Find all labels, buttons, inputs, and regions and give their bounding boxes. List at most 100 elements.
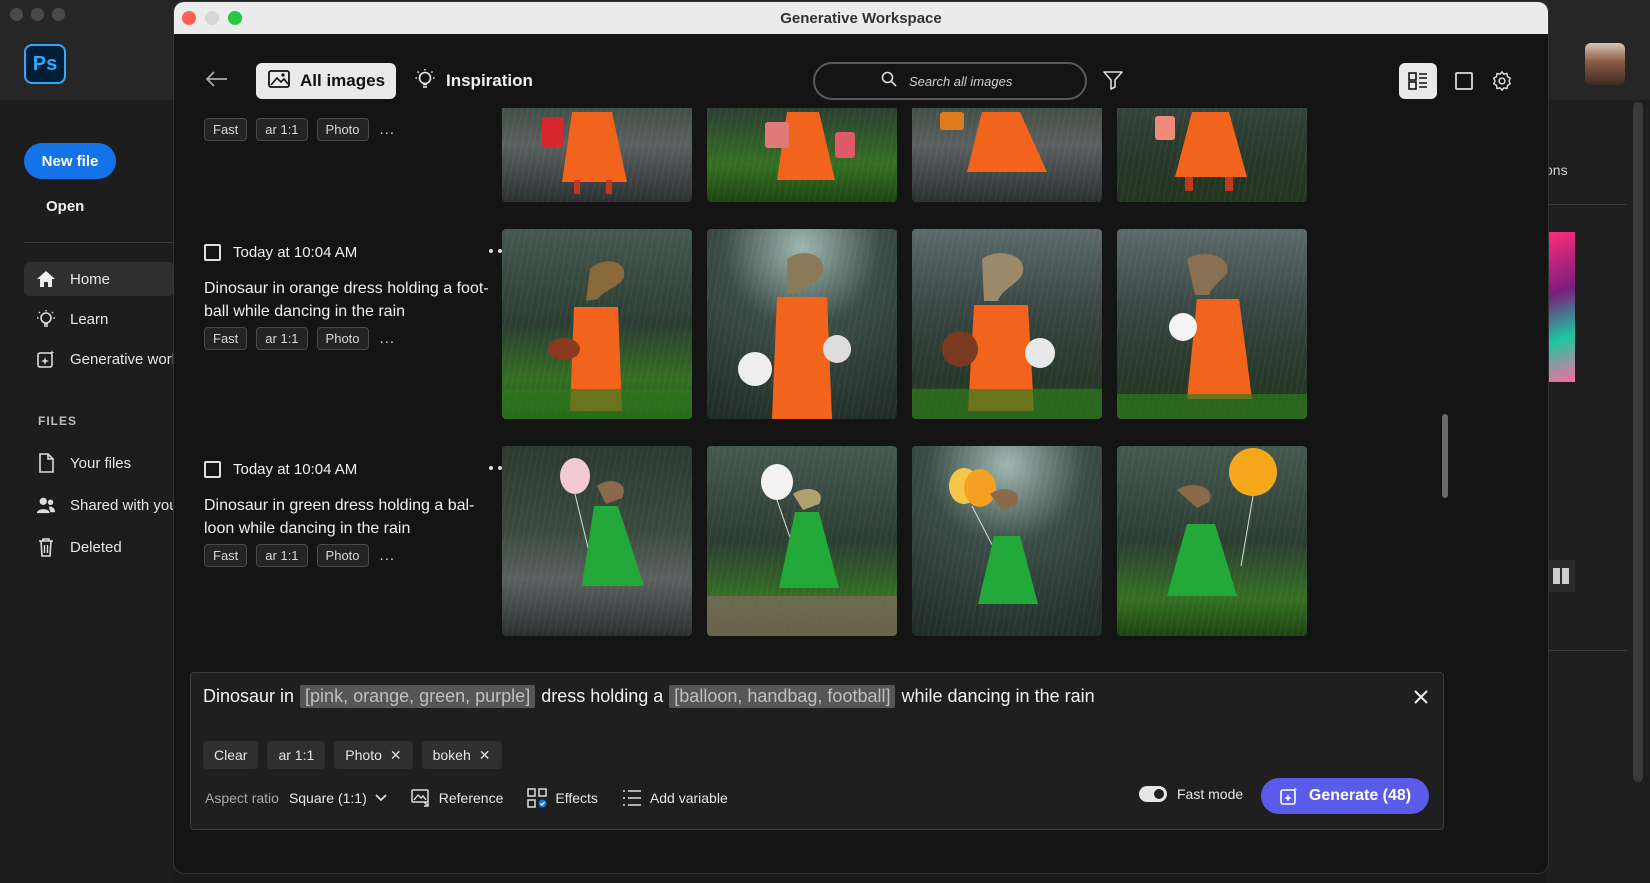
chip-bokeh[interactable]: bokeh ✕ (421, 741, 502, 769)
more-tags[interactable]: ... (378, 330, 396, 347)
close-window-button[interactable] (182, 11, 196, 25)
lightbulb-icon (414, 68, 436, 95)
select-checkbox[interactable] (204, 243, 221, 261)
search-input[interactable] (909, 73, 1019, 89)
generated-image[interactable] (912, 108, 1102, 202)
tag-fast[interactable]: Fast (204, 544, 248, 567)
minimize-window-button[interactable] (205, 11, 219, 25)
prompt-prefix: Dinosaur in (203, 686, 295, 706)
file-icon (36, 453, 56, 473)
settings-button[interactable] (1488, 67, 1516, 95)
back-button[interactable] (204, 68, 230, 90)
window-controls (182, 11, 242, 25)
generated-image[interactable] (707, 229, 897, 419)
tag-aspect-ratio[interactable]: ar 1:1 (256, 327, 308, 350)
close-prompt-button[interactable] (1411, 687, 1431, 707)
open-button[interactable]: Open (46, 198, 84, 215)
chip-aspect-ratio[interactable]: ar 1:1 (267, 741, 326, 769)
sidebar-item-label: Your files (70, 454, 132, 472)
list-view-button[interactable] (1399, 63, 1437, 99)
tab-label: Inspiration (446, 71, 533, 90)
aspect-ratio-select[interactable]: Square (1:1) (289, 790, 367, 806)
sidebar-item-shared[interactable]: Shared with you (24, 488, 174, 522)
chip-photo[interactable]: Photo ✕ (334, 741, 413, 769)
fast-mode-label: Fast mode (1177, 786, 1244, 802)
trash-icon (36, 537, 56, 557)
generated-image[interactable] (1117, 108, 1307, 202)
tag-fast[interactable]: Fast (204, 118, 248, 141)
more-tags[interactable]: ... (378, 121, 396, 138)
search-icon (881, 71, 897, 92)
right-panel-label: ons (1545, 162, 1568, 178)
chevron-down-icon[interactable] (375, 789, 387, 807)
generated-image[interactable] (707, 108, 897, 202)
fast-mode-toggle[interactable]: Fast mode (1139, 786, 1243, 802)
generated-image[interactable] (502, 108, 692, 202)
select-checkbox[interactable] (204, 460, 221, 478)
generated-image[interactable] (912, 446, 1102, 636)
arrow-left-icon (206, 71, 227, 87)
reference-button[interactable]: Reference (411, 789, 503, 807)
recent-file-thumbnail[interactable] (1547, 232, 1575, 382)
generated-image[interactable] (502, 446, 692, 636)
sidebar-item-deleted[interactable]: Deleted (24, 530, 174, 564)
image-row (502, 446, 1307, 636)
filter-button[interactable] (1102, 69, 1126, 93)
clear-button[interactable]: Clear (203, 741, 259, 769)
single-view-button[interactable] (1450, 67, 1478, 95)
window-titlebar: Generative Workspace (174, 2, 1548, 34)
generative-workspace-window: Generative Workspace All images Inspirat… (174, 2, 1548, 873)
tag-aspect-ratio[interactable]: ar 1:1 (256, 544, 308, 567)
group-tags: Fast ar 1:1 Photo ... (204, 544, 504, 567)
image-feed: Fast ar 1:1 Photo ... Today at 10:04 AM … (174, 108, 1548, 668)
generated-image[interactable] (707, 446, 897, 636)
window-title: Generative Workspace (780, 9, 942, 27)
generated-image[interactable] (502, 229, 692, 419)
remove-chip-icon[interactable]: ✕ (390, 747, 402, 764)
group-timestamp: Today at 10:04 AM (233, 460, 358, 478)
tab-all-images[interactable]: All images (256, 63, 396, 99)
sidebar-item-label: Home (70, 270, 111, 288)
toggle-switch[interactable] (1139, 786, 1167, 802)
prompt-options: Aspect ratio Square (1:1) Reference Effe… (205, 785, 728, 811)
workspace-scrollbar[interactable] (1442, 414, 1448, 498)
effects-button[interactable]: Effects (527, 788, 598, 808)
sidebar-item-your-files[interactable]: Your files (24, 446, 174, 480)
app-scrollbar[interactable] (1633, 102, 1643, 782)
sidebar-item-home[interactable]: Home (24, 262, 174, 296)
prompt-variable-color[interactable]: [pink, orange, green, purple] (300, 685, 536, 708)
generative-icon (36, 349, 56, 369)
tag-aspect-ratio[interactable]: ar 1:1 (256, 118, 308, 141)
chip-label: bokeh (432, 747, 471, 763)
maximize-window-button[interactable] (228, 11, 242, 25)
generated-image[interactable] (1117, 446, 1307, 636)
prompt-chips: Clear ar 1:1 Photo ✕ bokeh ✕ (203, 741, 502, 769)
files-heading: FILES (38, 414, 78, 428)
effects-label: Effects (555, 790, 598, 806)
prompt-text[interactable]: Dinosaur in [pink, orange, green, purple… (203, 685, 1095, 708)
prompt-variable-object[interactable]: [balloon, handbag, football] (669, 685, 896, 708)
grid-view-icon[interactable] (1547, 560, 1575, 592)
tab-inspiration[interactable]: Inspiration (414, 63, 533, 99)
more-tags[interactable]: ... (378, 547, 396, 564)
right-divider (1547, 650, 1627, 651)
tag-photo[interactable]: Photo (316, 118, 369, 141)
prompt-composer[interactable]: Dinosaur in [pink, orange, green, purple… (190, 672, 1444, 830)
tag-photo[interactable]: Photo (316, 544, 369, 567)
sidebar-item-learn[interactable]: Learn (24, 302, 174, 336)
generated-image[interactable] (1117, 229, 1307, 419)
add-variable-button[interactable]: Add variable (622, 789, 728, 807)
group-tags: Fast ar 1:1 Photo ... (204, 118, 504, 141)
remove-chip-icon[interactable]: ✕ (479, 747, 491, 764)
tag-fast[interactable]: Fast (204, 327, 248, 350)
search-box[interactable] (813, 62, 1087, 100)
new-file-button[interactable]: New file (24, 143, 116, 179)
tag-photo[interactable]: Photo (316, 327, 369, 350)
photoshop-logo: Ps (24, 44, 66, 84)
generated-image[interactable] (912, 229, 1102, 419)
group-tags: Fast ar 1:1 Photo ... (204, 327, 504, 350)
prompt-suffix: while dancing in the rain (901, 686, 1095, 706)
generate-button[interactable]: Generate (48) (1261, 778, 1429, 814)
sidebar-item-generative[interactable]: Generative worl (24, 342, 174, 376)
user-avatar[interactable] (1585, 43, 1625, 85)
